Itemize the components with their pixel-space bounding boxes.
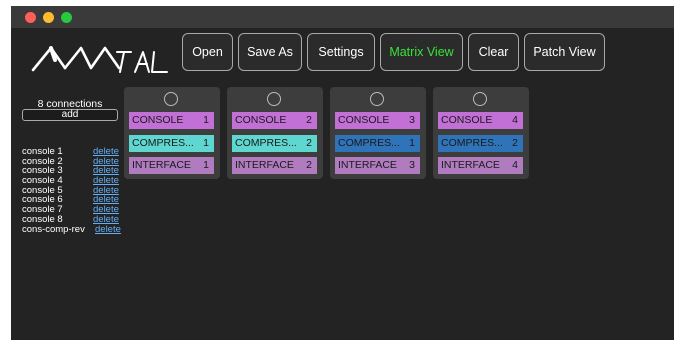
close-window-button[interactable]: [25, 12, 36, 23]
slot-number: 1: [203, 114, 209, 126]
slot-label: CONSOLE: [441, 114, 493, 126]
console-slot[interactable]: CONSOLE 1: [129, 112, 214, 129]
slot-number: 1: [203, 159, 209, 171]
add-connection-button[interactable]: add: [22, 109, 118, 121]
slot-label: COMPRES...: [338, 137, 400, 149]
slot-number: 3: [409, 159, 415, 171]
slot-number: 2: [306, 137, 312, 149]
slot-label: INTERFACE: [338, 159, 397, 171]
slot-number: 2: [306, 114, 312, 126]
clear-button[interactable]: Clear: [468, 33, 519, 71]
console-slot[interactable]: CONSOLE 3: [335, 112, 420, 129]
connection-row: cons-comp-rev delete: [22, 223, 122, 235]
slot-label: INTERFACE: [441, 159, 500, 171]
matrix-card: CONSOLE 1 COMPRES... 1 INTERFACE 1: [124, 87, 220, 179]
slot-number: 4: [512, 159, 518, 171]
app-logo: [31, 46, 168, 73]
slot-number: 1: [203, 137, 209, 149]
settings-button[interactable]: Settings: [307, 33, 375, 71]
slot-label: CONSOLE: [235, 114, 287, 126]
minimize-window-button[interactable]: [43, 12, 54, 23]
interface-slot[interactable]: INTERFACE 1: [129, 157, 214, 174]
select-circle-icon[interactable]: [267, 92, 281, 106]
select-circle-icon[interactable]: [473, 92, 487, 106]
save-as-button[interactable]: Save As: [238, 33, 302, 71]
interface-slot[interactable]: INTERFACE 4: [438, 157, 523, 174]
delete-connection-link[interactable]: delete: [95, 224, 121, 235]
connection-name: cons-comp-rev: [22, 223, 85, 235]
slot-label: INTERFACE: [132, 159, 191, 171]
slot-label: COMPRES...: [235, 137, 297, 149]
slot-number: 2: [512, 137, 518, 149]
compressor-slot[interactable]: COMPRES... 1: [129, 135, 214, 152]
slot-number: 4: [512, 114, 518, 126]
slot-number: 3: [409, 114, 415, 126]
slot-label: COMPRES...: [441, 137, 503, 149]
matrix-view-button[interactable]: Matrix View: [380, 33, 463, 71]
select-circle-icon[interactable]: [370, 92, 384, 106]
slot-label: COMPRES...: [132, 137, 194, 149]
console-slot[interactable]: CONSOLE 4: [438, 112, 523, 129]
slot-label: CONSOLE: [132, 114, 184, 126]
slot-label: CONSOLE: [338, 114, 390, 126]
compressor-slot[interactable]: COMPRES... 2: [232, 135, 317, 152]
slot-number: 2: [306, 159, 312, 171]
compressor-slot[interactable]: COMPRES... 2: [438, 135, 523, 152]
interface-slot[interactable]: INTERFACE 3: [335, 157, 420, 174]
matrix-card: CONSOLE 4 COMPRES... 2 INTERFACE 4: [433, 87, 529, 179]
matrix-card: CONSOLE 3 COMPRES... 1 INTERFACE 3: [330, 87, 426, 179]
title-bar: [11, 6, 674, 28]
matrix-card: CONSOLE 2 COMPRES... 2 INTERFACE 2: [227, 87, 323, 179]
interface-slot[interactable]: INTERFACE 2: [232, 157, 317, 174]
select-circle-icon[interactable]: [164, 92, 178, 106]
slot-label: INTERFACE: [235, 159, 294, 171]
connections-list: console 1 delete console 2 delete consol…: [22, 147, 122, 234]
compressor-slot[interactable]: COMPRES... 1: [335, 135, 420, 152]
slot-number: 1: [409, 137, 415, 149]
zoom-window-button[interactable]: [61, 12, 72, 23]
open-button[interactable]: Open: [182, 33, 233, 71]
patch-view-button[interactable]: Patch View: [524, 33, 605, 71]
app-window: Open Save As Settings Matrix View Clear …: [11, 6, 674, 340]
console-slot[interactable]: CONSOLE 2: [232, 112, 317, 129]
